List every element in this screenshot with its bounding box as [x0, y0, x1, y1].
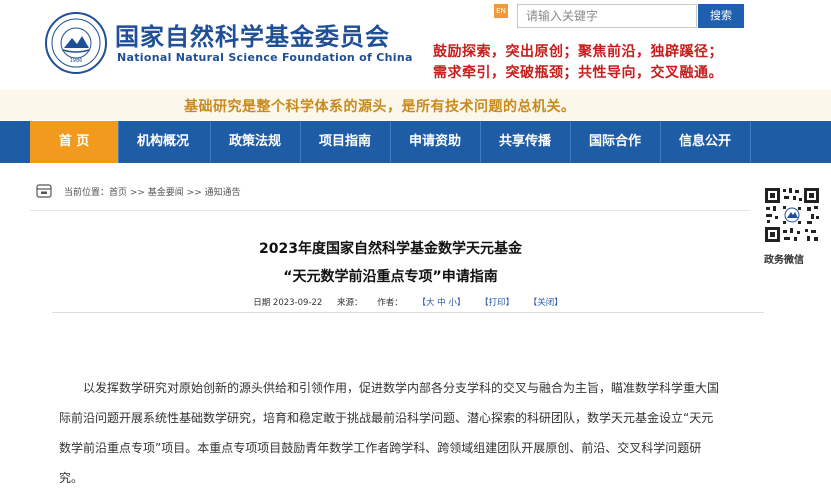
search-input[interactable]: 请输入关键字	[517, 4, 697, 28]
wechat-qr-code	[763, 186, 821, 244]
nav-divider	[750, 121, 751, 163]
slogan-line-1: 鼓励探索，突出原创；聚焦前沿，独辟蹊径；	[433, 44, 723, 60]
nsfc-logo[interactable]: 1986	[45, 12, 107, 74]
close-link[interactable]: 【关闭】	[529, 298, 563, 308]
slogan-line-2: 需求牵引，突破瓶颈；共性导向，交叉融通。	[433, 65, 723, 81]
site-title: 国家自然科学基金委员会	[115, 23, 390, 51]
divider	[52, 312, 764, 313]
print-link[interactable]: 【打印】	[480, 298, 514, 308]
nav-item-policy[interactable]: 政策法规	[211, 121, 299, 163]
breadcrumb-text[interactable]: 当前位置：首页 >> 基金要闻 >> 通知通告	[64, 185, 241, 198]
article-source: 来源：	[337, 298, 363, 308]
article-date: 日期 2023-09-22	[253, 298, 323, 308]
article-title-line-1: 2023年度国家自然科学基金数学天元基金	[259, 241, 522, 257]
nav-item-apply[interactable]: 申请资助	[391, 121, 479, 163]
location-icon	[36, 184, 52, 198]
article-paragraph: 以发挥数学研究对原始创新的源头供给和引领作用，促进数学内部各分支学科的交叉与融合…	[59, 381, 720, 485]
nav-item-guide[interactable]: 项目指南	[301, 121, 389, 163]
font-size-switch[interactable]: 【大 中 小】	[417, 298, 465, 308]
main-nav: 首 页 机构概况 政策法规 项目指南 申请资助 共享传播 国际合作 信息公开	[0, 121, 831, 163]
article-meta: 日期 2023-09-22 来源： 作者： 【大 中 小】 【打印】 【关闭】	[52, 296, 764, 308]
breadcrumb: 当前位置：首页 >> 基金要闻 >> 通知通告	[36, 183, 751, 201]
logo-year: 1986	[70, 58, 83, 64]
site-header: 1986 国家自然科学基金委员会 National Natural Scienc…	[0, 0, 831, 90]
nav-item-international[interactable]: 国际合作	[571, 121, 659, 163]
search-button[interactable]: 搜索	[698, 4, 744, 28]
nav-item-share[interactable]: 共享传播	[481, 121, 569, 163]
tagline: 基础研究是整个科学体系的源头，是所有技术问题的总机关。	[184, 99, 576, 115]
nav-item-about[interactable]: 机构概况	[119, 121, 207, 163]
site-subtitle: National Natural Science Foundation of C…	[117, 51, 413, 64]
article-title-line-2: “天元数学前沿重点专项”申请指南	[283, 269, 498, 285]
tagline-band: 基础研究是整个科学体系的源头，是所有技术问题的总机关。	[0, 90, 831, 120]
nav-item-home[interactable]: 首 页	[30, 121, 118, 163]
article-author: 作者：	[377, 298, 403, 308]
divider	[30, 210, 751, 211]
nav-item-disclosure[interactable]: 信息公开	[661, 121, 749, 163]
english-version-link[interactable]: EN	[494, 4, 508, 18]
